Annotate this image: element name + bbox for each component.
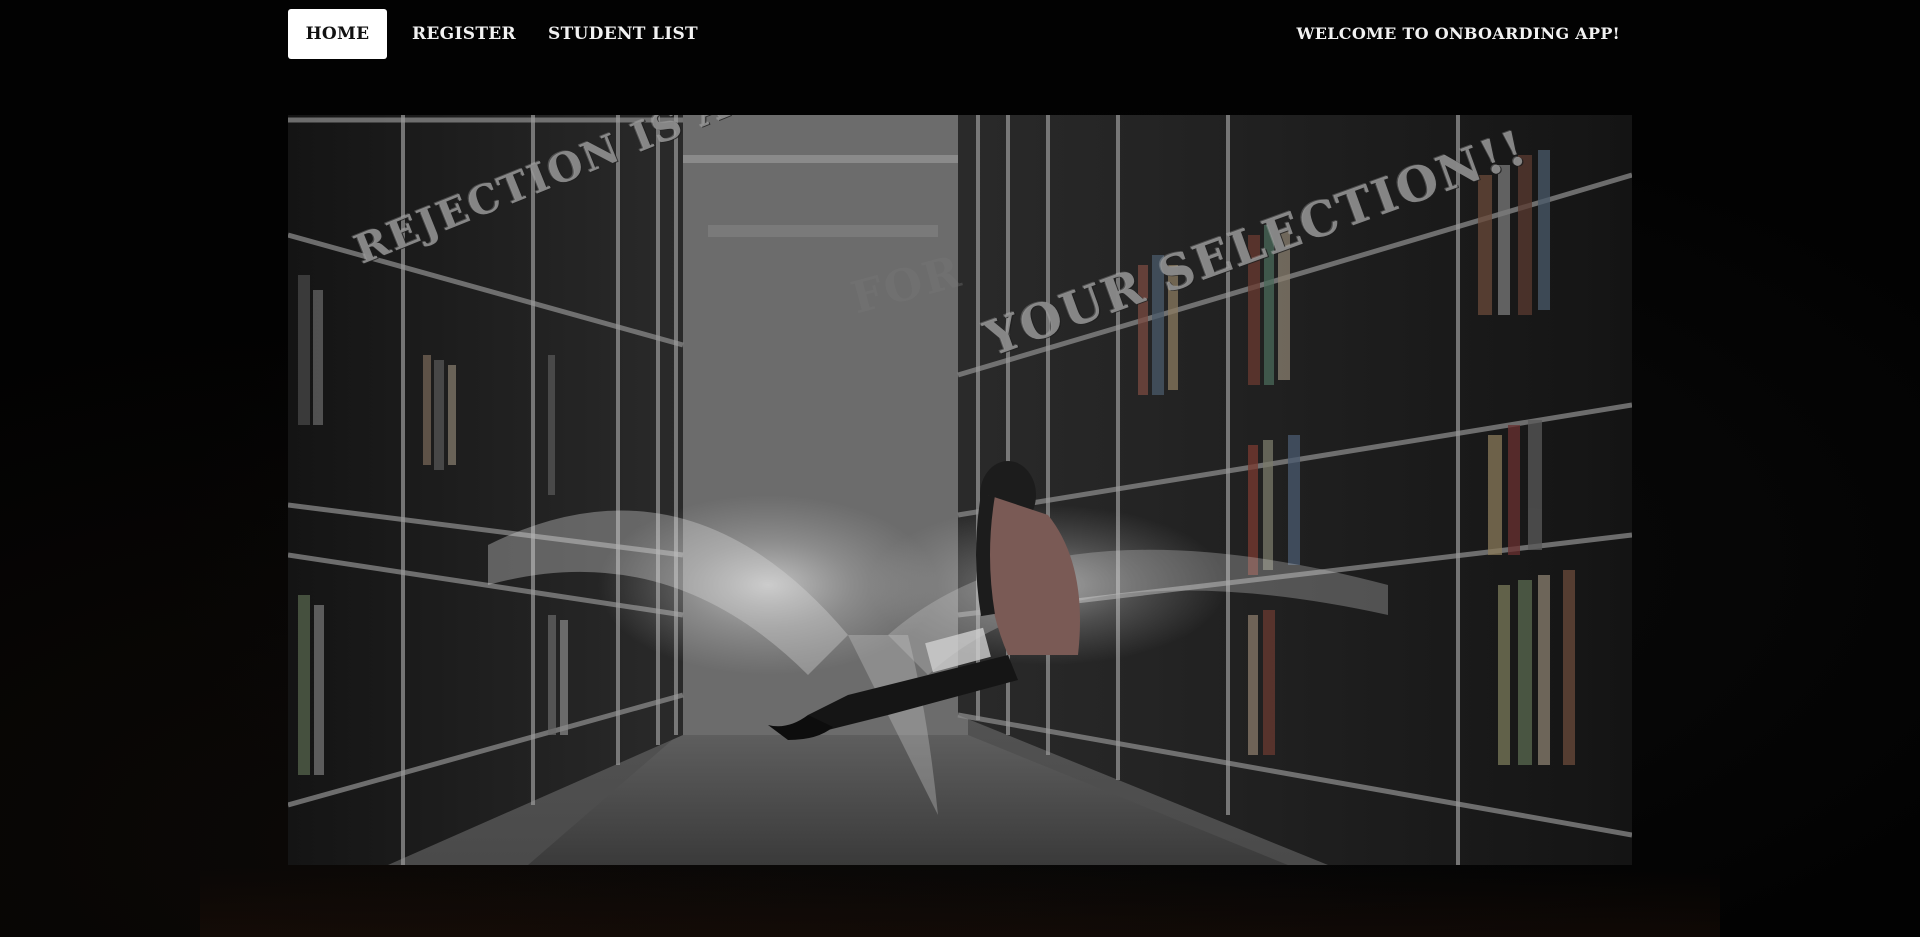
bottom-glow bbox=[200, 867, 1720, 937]
nav-student-list-link[interactable]: STUDENT LIST bbox=[548, 9, 698, 59]
welcome-message: WELCOME TO ONBOARDING APP! bbox=[1296, 24, 1620, 43]
page: HOME REGISTER STUDENT LIST WELCOME TO ON… bbox=[0, 0, 1920, 937]
nav-register-link[interactable]: REGISTER bbox=[412, 9, 516, 59]
hero-banner: REJECTION IS AN OPPORTUNITY!! FOR YOUR S… bbox=[288, 115, 1632, 865]
nav-home-button[interactable]: HOME bbox=[288, 9, 387, 59]
top-nav: HOME REGISTER STUDENT LIST WELCOME TO ON… bbox=[288, 9, 1632, 59]
library-reading-image bbox=[288, 115, 1632, 865]
